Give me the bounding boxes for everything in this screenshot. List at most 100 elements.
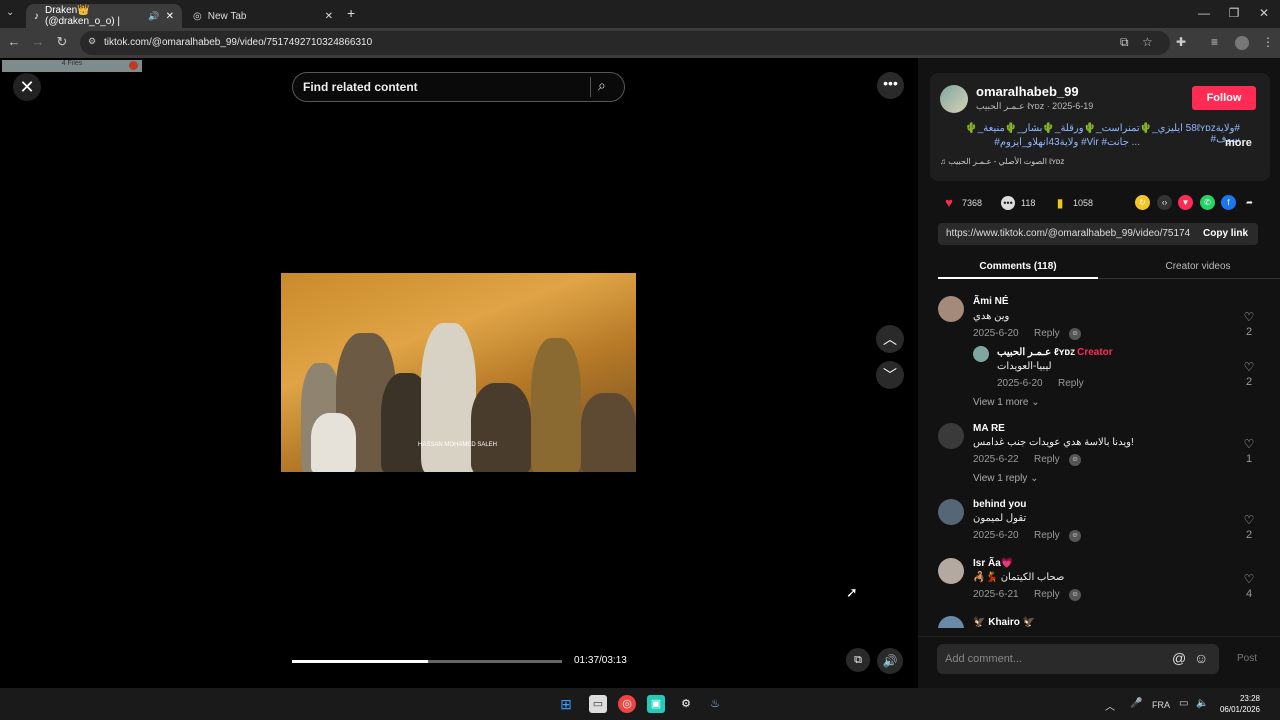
- repost-icon[interactable]: ↻: [1135, 195, 1150, 210]
- more-options-button[interactable]: •••: [877, 72, 904, 99]
- link-box: https://www.tiktok.com/@omaralhabeb_99/v…: [938, 223, 1258, 245]
- facebook-icon[interactable]: f: [1221, 195, 1236, 210]
- close-video-button[interactable]: ✕: [13, 73, 41, 101]
- tab-tiktok[interactable]: ♪ Draken👑 (@draken_o_o) | 🔊 ✕: [26, 4, 182, 28]
- search-icon[interactable]: ⌕: [598, 77, 606, 94]
- reload-icon[interactable]: ↻: [53, 34, 71, 50]
- microphone-icon[interactable]: 🎤: [1130, 698, 1142, 709]
- restore-icon[interactable]: ❐: [1224, 6, 1244, 20]
- avatar[interactable]: [938, 616, 964, 628]
- comment-author[interactable]: Isr Ãa💗: [973, 558, 1013, 569]
- url-field[interactable]: ⚙ tiktok.com/@omaralhabeb_99/video/75174…: [80, 31, 1170, 55]
- post-link[interactable]: https://www.tiktok.com/@omaralhabeb_99/v…: [946, 228, 1191, 239]
- steam-icon[interactable]: ♨: [706, 695, 724, 713]
- tab-list-button[interactable]: ⌄: [6, 7, 14, 18]
- progress-bar[interactable]: [292, 660, 562, 663]
- caption-line[interactable]: ... جانت# Vir# ولاية43انهلاو_ايزوم#: [940, 137, 1140, 148]
- tab-new-tab[interactable]: ◎ New Tab ✕: [185, 4, 341, 28]
- next-video-button[interactable]: ﹀: [876, 361, 904, 389]
- music-label[interactable]: ♫ الصوت الأصلي - عـمـر الحبيب ℓʏᴅᴢ: [940, 157, 1064, 166]
- chrome-taskbar-icon[interactable]: ◎: [618, 695, 636, 713]
- menu-icon[interactable]: ⋮: [1262, 35, 1274, 49]
- like-stat[interactable]: ♥ 7368: [942, 196, 982, 210]
- forward-icon[interactable]: →: [29, 34, 47, 49]
- follow-button[interactable]: Follow: [1192, 86, 1256, 110]
- reply-button[interactable]: Reply: [1058, 378, 1084, 389]
- bookmark-star-icon[interactable]: ☆: [1142, 35, 1153, 49]
- avatar[interactable]: [973, 346, 989, 362]
- send-icon[interactable]: ▼: [1178, 195, 1193, 210]
- previous-video-button[interactable]: ︿: [876, 325, 904, 353]
- reply-button[interactable]: Reply: [1034, 454, 1060, 465]
- progress-fill: [292, 660, 428, 663]
- extensions-icon[interactable]: ✚: [1176, 35, 1186, 49]
- reply-button[interactable]: Reply: [1034, 328, 1060, 339]
- file-explorer-icon[interactable]: ▭: [589, 695, 607, 713]
- close-window-icon[interactable]: ✕: [1254, 6, 1274, 20]
- comment-author[interactable]: عـمـر الحبيب ℓʏᴅᴢ: [997, 347, 1075, 358]
- windows-start-icon[interactable]: ⊞: [557, 695, 575, 713]
- comment-stat[interactable]: ••• 118: [1001, 196, 1035, 210]
- avatar[interactable]: [940, 85, 968, 113]
- like-icon[interactable]: ♡: [1241, 360, 1257, 374]
- tab-close-icon[interactable]: ✕: [166, 11, 174, 22]
- speaker-icon[interactable]: 🔊: [148, 11, 159, 22]
- comment-text: ويدنا بالاسة هدي عويدات جنب غدامس!: [973, 437, 1134, 448]
- tab-creator-videos[interactable]: Creator videos: [1118, 253, 1278, 279]
- like-icon[interactable]: ♡: [1241, 513, 1257, 527]
- avatar[interactable]: [938, 296, 964, 322]
- back-icon[interactable]: ←: [5, 34, 23, 49]
- install-icon[interactable]: ⧉: [1120, 35, 1129, 50]
- system-clock[interactable]: 23:28 06/01/2026: [1216, 693, 1260, 715]
- volume-tray-icon[interactable]: 🔈: [1196, 698, 1208, 709]
- volume-icon[interactable]: 🔊: [877, 648, 903, 674]
- music-text: الصوت الأصلي - عـمـر الحبيب ℓʏᴅᴢ: [948, 157, 1065, 166]
- embed-icon[interactable]: ‹›: [1157, 195, 1172, 210]
- tab-comments[interactable]: Comments (118): [938, 253, 1098, 279]
- search-placeholder: Find related content: [303, 80, 418, 94]
- emoji-icon[interactable]: ☺: [1194, 650, 1208, 666]
- like-icon[interactable]: ♡: [1241, 572, 1257, 586]
- view-replies[interactable]: View 1 reply ⌄: [973, 473, 1038, 484]
- mention-icon[interactable]: @: [1172, 650, 1186, 666]
- tab-close-icon[interactable]: ✕: [325, 11, 333, 22]
- language-indicator[interactable]: FRA: [1152, 700, 1170, 710]
- reply-button[interactable]: Reply: [1034, 530, 1060, 541]
- network-icon[interactable]: ▭: [1179, 698, 1188, 709]
- comment-date: 2025-6-22: [973, 454, 1019, 465]
- share-arrow-icon[interactable]: ➦: [1242, 195, 1257, 210]
- media-icon[interactable]: ≡: [1211, 35, 1218, 49]
- avatar[interactable]: [938, 499, 964, 525]
- view-more-replies[interactable]: View 1 more ⌄: [973, 397, 1040, 408]
- app-taskbar-icon[interactable]: ▣: [647, 695, 665, 713]
- comment-icon[interactable]: •••: [1001, 196, 1015, 210]
- minimize-icon[interactable]: —: [1194, 6, 1214, 20]
- like-icon[interactable]: ♡: [1241, 437, 1257, 451]
- comment-author[interactable]: Ãmi NÉ: [973, 296, 1009, 307]
- pip-icon[interactable]: ⧉: [846, 648, 870, 672]
- whatsapp-icon[interactable]: ✆: [1200, 195, 1215, 210]
- save-stat[interactable]: ▮ 1058: [1053, 196, 1093, 210]
- profile-icon[interactable]: [1235, 36, 1249, 50]
- search-input[interactable]: Find related content: [292, 72, 625, 102]
- comment-author[interactable]: MA RE: [973, 423, 1005, 434]
- comment-author[interactable]: behind you: [973, 499, 1026, 510]
- like-icon[interactable]: ♡: [1241, 310, 1257, 324]
- comment-author[interactable]: 🦅 Khairo 🦅: [973, 617, 1035, 628]
- tray-chevron-icon[interactable]: ︿: [1105, 698, 1115, 713]
- files-chip[interactable]: 4 Files: [2, 60, 142, 72]
- copy-link-button[interactable]: Copy link: [1203, 228, 1248, 239]
- post-button[interactable]: Post: [1237, 653, 1257, 664]
- reply-button[interactable]: Reply: [1034, 589, 1060, 600]
- steamvr-icon[interactable]: ⚙: [677, 695, 695, 713]
- more-button[interactable]: more: [1225, 137, 1252, 149]
- new-tab-button[interactable]: +: [347, 5, 355, 21]
- avatar[interactable]: [938, 558, 964, 584]
- bookmark-icon[interactable]: ▮: [1053, 196, 1067, 210]
- site-info-icon[interactable]: ⚙: [88, 36, 96, 47]
- username[interactable]: omaralhabeb_99: [976, 84, 1079, 99]
- heart-icon[interactable]: ♥: [942, 196, 956, 210]
- comment-date: 2025-6-21: [973, 589, 1019, 600]
- avatar[interactable]: [938, 423, 964, 449]
- close-chip-icon[interactable]: [129, 61, 138, 70]
